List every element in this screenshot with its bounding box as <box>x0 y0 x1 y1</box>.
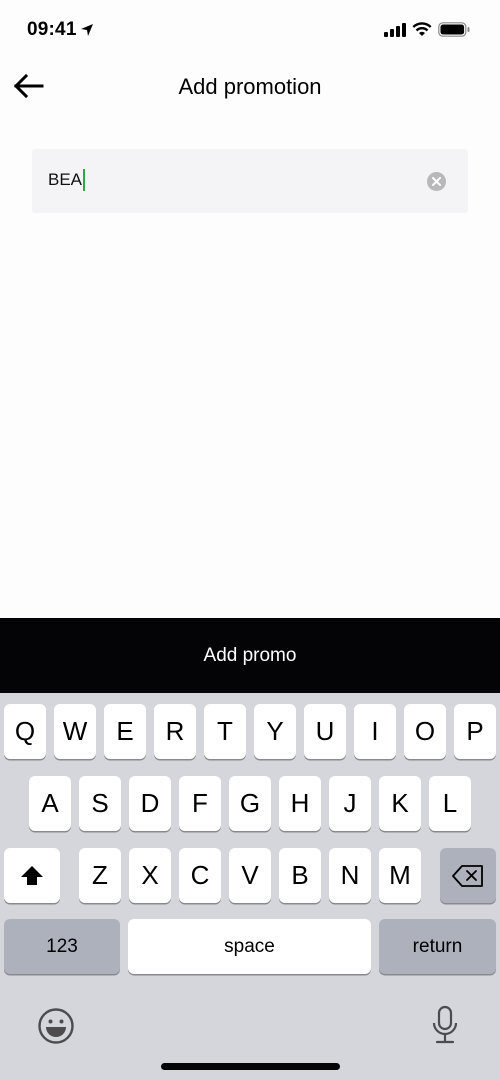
key-e[interactable]: E <box>104 704 146 759</box>
key-t[interactable]: T <box>204 704 246 759</box>
space-key[interactable]: space <box>128 919 371 974</box>
microphone-icon <box>432 1005 458 1044</box>
key-w[interactable]: W <box>54 704 96 759</box>
page-title: Add promotion <box>178 74 322 99</box>
cellular-signal-icon <box>384 22 406 37</box>
key-l[interactable]: L <box>429 776 471 831</box>
shift-icon <box>21 865 43 885</box>
key-i[interactable]: I <box>354 704 396 759</box>
status-bar: 09:41 <box>0 0 500 60</box>
delete-backspace-icon <box>452 864 483 887</box>
key-k[interactable]: K <box>379 776 421 831</box>
return-key[interactable]: return <box>379 919 496 974</box>
nav-bar: Add promotion <box>0 60 500 116</box>
wifi-icon <box>412 22 432 36</box>
emoji-button[interactable] <box>37 1007 75 1050</box>
key-h[interactable]: H <box>279 776 321 831</box>
key-d[interactable]: D <box>129 776 171 831</box>
clear-circle-icon <box>432 177 441 186</box>
delete-key[interactable] <box>440 848 496 903</box>
location-arrow-icon <box>80 24 93 36</box>
text-caret <box>83 169 86 191</box>
key-b[interactable]: B <box>279 848 321 903</box>
key-v[interactable]: V <box>229 848 271 903</box>
promo-code-input[interactable]: BEA <box>48 169 86 191</box>
key-a[interactable]: A <box>29 776 71 831</box>
promo-code-value: BEA <box>48 170 83 189</box>
add-promo-button[interactable]: Add promo <box>0 618 500 693</box>
key-c[interactable]: C <box>179 848 221 903</box>
status-icons <box>384 22 470 37</box>
key-f[interactable]: F <box>179 776 221 831</box>
promo-code-field[interactable]: BEA <box>32 149 468 213</box>
numbers-key[interactable]: 123 <box>4 919 120 974</box>
clock-text: 09:41 <box>27 19 77 40</box>
key-r[interactable]: R <box>154 704 196 759</box>
key-p[interactable]: P <box>454 704 496 759</box>
home-indicator[interactable] <box>161 1063 340 1070</box>
shift-key[interactable] <box>4 848 60 903</box>
clear-button[interactable] <box>427 172 446 191</box>
dictation-button[interactable] <box>430 1005 460 1050</box>
key-z[interactable]: Z <box>79 848 121 903</box>
key-o[interactable]: O <box>404 704 446 759</box>
key-u[interactable]: U <box>304 704 346 759</box>
key-s[interactable]: S <box>79 776 121 831</box>
key-q[interactable]: Q <box>4 704 46 759</box>
key-g[interactable]: G <box>229 776 271 831</box>
key-m[interactable]: M <box>379 848 421 903</box>
key-j[interactable]: J <box>329 776 371 831</box>
key-n[interactable]: N <box>329 848 371 903</box>
key-x[interactable]: X <box>129 848 171 903</box>
emoji-icon <box>38 1008 74 1044</box>
status-time: 09:41 <box>27 19 94 41</box>
battery-icon <box>438 22 470 37</box>
keyboard: 123 space return QWERTYUIOP ASDFGHJKL ZXCV… <box>0 693 500 1080</box>
key-y[interactable]: Y <box>254 704 296 759</box>
